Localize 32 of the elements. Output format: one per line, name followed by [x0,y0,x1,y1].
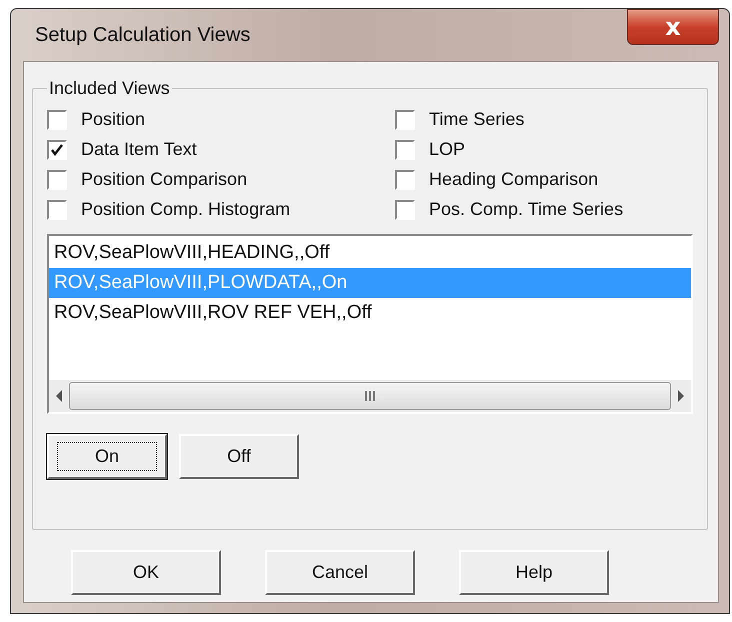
window-title: Setup Calculation Views [34,24,250,46]
checkbox-label: Position Comparison [81,169,248,190]
checkmark-icon [51,144,63,156]
checkbox-label: Time Series [429,109,524,130]
scroll-thumb[interactable] [69,382,671,410]
checkbox[interactable] [395,140,415,160]
dialog-button[interactable]: OK [71,550,221,595]
dialog-button[interactable]: Cancel [265,550,415,595]
checkbox-label: LOP [429,139,466,160]
checkbox[interactable] [47,140,67,160]
list-item[interactable]: ROV,SeaPlowVIII,HEADING,,Off [49,238,691,268]
checkbox-label: Position Comp. Histogram [81,199,290,220]
checkbox-label: Data Item Text [81,139,197,160]
checkbox-label: Heading Comparison [429,169,598,190]
left-arrow-icon[interactable] [55,390,63,402]
checkbox-label: Pos. Comp. Time Series [429,199,624,220]
checkbox[interactable] [47,200,67,220]
list-item[interactable]: ROV,SeaPlowVIII,ROV REF VEH,,Off [49,298,691,328]
horizontal-scrollbar[interactable] [49,380,691,412]
checkbox[interactable] [395,200,415,220]
toggle-button[interactable]: Off [179,434,299,479]
checkbox[interactable] [395,170,415,190]
checkbox[interactable] [47,110,67,130]
right-arrow-icon[interactable] [677,390,685,402]
close-button[interactable]: x [627,9,719,45]
toggle-button[interactable]: On [47,434,167,479]
group-label: Included Views [48,78,171,99]
checkbox[interactable] [395,110,415,130]
dialog-button[interactable]: Help [459,550,609,595]
grip-icon [365,391,375,401]
checkbox[interactable] [47,170,67,190]
checkbox-label: Position [81,109,146,130]
